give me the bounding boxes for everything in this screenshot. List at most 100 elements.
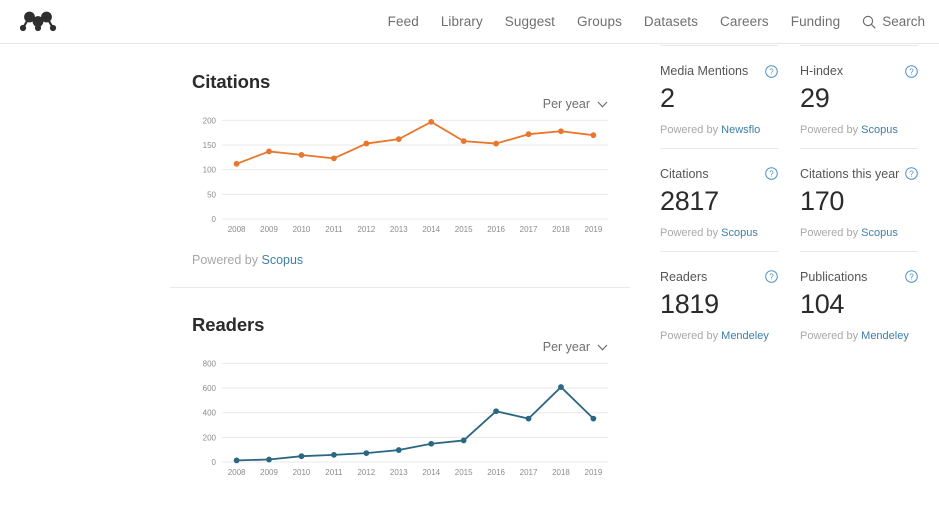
source-link[interactable]: Mendeley <box>721 330 769 342</box>
info-icon[interactable]: ? <box>905 64 918 78</box>
stat-label: Publications <box>800 269 868 284</box>
stat-header: Media Mentions ? <box>660 62 778 80</box>
search-button[interactable]: Search <box>862 14 925 29</box>
svg-text:2016: 2016 <box>487 225 505 234</box>
svg-text:200: 200 <box>203 116 217 125</box>
stat-publications: Publications ? 104 Powered by Mendeley <box>800 250 918 354</box>
info-icon[interactable]: ? <box>905 167 918 181</box>
stat-value: 2 <box>660 83 675 113</box>
info-icon[interactable]: ? <box>765 167 778 181</box>
source-link[interactable]: Scopus <box>861 227 898 239</box>
nav-groups[interactable]: Groups <box>577 14 622 29</box>
svg-text:2015: 2015 <box>455 225 473 234</box>
stat-header: Readers ? <box>660 268 778 286</box>
svg-text:2017: 2017 <box>520 225 538 234</box>
svg-text:200: 200 <box>203 433 217 442</box>
nav-funding[interactable]: Funding <box>791 14 841 29</box>
nav-datasets[interactable]: Datasets <box>644 14 698 29</box>
stat-value: 2817 <box>660 185 719 216</box>
svg-text:?: ? <box>769 67 774 76</box>
svg-text:150: 150 <box>203 141 217 150</box>
stat-citations: Citations ? 2817 Powered by Scopus <box>660 147 778 251</box>
svg-text:2010: 2010 <box>293 468 311 477</box>
site-header: Feed Library Suggest Groups Datasets Car… <box>0 0 939 44</box>
stat-powered-by: Powered by Scopus <box>800 124 918 136</box>
nav-suggest[interactable]: Suggest <box>505 14 555 29</box>
stat-value: 170 <box>800 185 845 216</box>
citations-title: Citations <box>192 71 271 92</box>
stat-label: Citations this year <box>800 166 900 181</box>
svg-text:2008: 2008 <box>228 468 246 477</box>
readers-title: Readers <box>192 314 265 335</box>
stat-readers: Readers ? 1819 Powered by Mendeley <box>660 250 778 354</box>
powered-prefix: Powered by <box>660 123 722 136</box>
svg-text:2009: 2009 <box>260 468 278 477</box>
svg-text:2015: 2015 <box>455 468 473 477</box>
mendeley-logo[interactable] <box>18 7 58 37</box>
source-link[interactable]: Scopus <box>721 227 758 239</box>
page-body: Citations Per year 0 50 100 150 200 2008 2009 2… <box>0 45 939 520</box>
metrics-main-column: Citations Per year 0 50 100 150 200 2008 2009 2… <box>170 45 630 480</box>
source-link[interactable]: Scopus <box>861 124 898 136</box>
stat-header: H-index ? <box>800 62 918 80</box>
svg-text:2010: 2010 <box>293 225 311 234</box>
svg-text:2014: 2014 <box>422 468 440 477</box>
stat-label: H-index <box>800 64 844 78</box>
info-icon[interactable]: ? <box>905 270 918 284</box>
info-icon[interactable]: ? <box>765 270 778 284</box>
stat-label: Citations <box>660 166 709 181</box>
svg-text:600: 600 <box>203 384 217 393</box>
stat-media-mentions: Media Mentions ? 2 Powered by Newsflo <box>660 45 778 148</box>
scopus-link[interactable]: Scopus <box>261 253 303 267</box>
svg-text:0: 0 <box>212 215 217 224</box>
primary-navigation: Feed Library Suggest Groups Datasets Car… <box>388 14 925 29</box>
nav-feed[interactable]: Feed <box>388 14 419 29</box>
info-icon[interactable]: ? <box>765 64 778 78</box>
stat-label: Media Mentions <box>660 64 749 78</box>
stat-powered-by: Powered by Scopus <box>800 227 918 239</box>
stat-grid: Media Mentions ? 2 Powered by Newsflo H-… <box>660 45 939 354</box>
stat-powered-by: Powered by Scopus <box>660 227 778 239</box>
stat-h-index: H-index ? 29 Powered by Scopus <box>800 45 918 148</box>
svg-text:2017: 2017 <box>520 468 538 477</box>
stat-citations-this-year: Citations this year ? 170 Powered by Sco… <box>800 147 918 251</box>
powered-prefix: Powered by <box>192 253 262 267</box>
source-link[interactable]: Mendeley <box>861 330 909 342</box>
stat-header: Citations this year ? <box>800 165 918 183</box>
stat-value: 1819 <box>660 288 719 319</box>
citations-section: Citations Per year 0 50 100 150 200 2008 2009 2… <box>170 45 630 267</box>
svg-text:2009: 2009 <box>260 225 278 234</box>
powered-prefix: Powered by <box>660 329 722 342</box>
svg-text:?: ? <box>909 273 914 282</box>
stat-header: Citations ? <box>660 165 778 183</box>
powered-prefix: Powered by <box>800 226 862 239</box>
svg-text:50: 50 <box>207 190 216 199</box>
stat-powered-by: Powered by Mendeley <box>800 330 918 342</box>
svg-text:2011: 2011 <box>325 225 343 234</box>
svg-text:0: 0 <box>212 458 217 467</box>
stat-header: Publications ? <box>800 268 918 286</box>
stat-label: Readers <box>660 269 708 284</box>
svg-text:2013: 2013 <box>390 225 408 234</box>
svg-text:2012: 2012 <box>357 468 375 477</box>
search-icon <box>862 15 876 29</box>
readers-section: Readers Per year 0 200 400 600 800 2008 2009 20… <box>170 288 630 480</box>
nav-library[interactable]: Library <box>441 14 483 29</box>
nav-careers[interactable]: Careers <box>720 14 769 29</box>
svg-text:800: 800 <box>203 359 217 368</box>
svg-text:100: 100 <box>203 166 217 175</box>
stat-value: 104 <box>800 288 845 319</box>
powered-prefix: Powered by <box>800 329 862 342</box>
svg-text:?: ? <box>909 67 914 76</box>
powered-prefix: Powered by <box>800 123 862 136</box>
svg-text:400: 400 <box>203 409 217 418</box>
source-link[interactable]: Newsflo <box>721 124 760 136</box>
readers-chart: 0 200 400 600 800 2008 2009 2010 2011 2012 2013 201… <box>192 350 612 480</box>
svg-text:?: ? <box>909 170 914 179</box>
metrics-sidebar: Media Mentions ? 2 Powered by Newsflo H-… <box>660 45 939 354</box>
svg-text:2016: 2016 <box>487 468 505 477</box>
search-label: Search <box>882 14 925 29</box>
svg-text:2011: 2011 <box>325 468 343 477</box>
stat-powered-by: Powered by Mendeley <box>660 330 778 342</box>
svg-text:2019: 2019 <box>585 225 603 234</box>
